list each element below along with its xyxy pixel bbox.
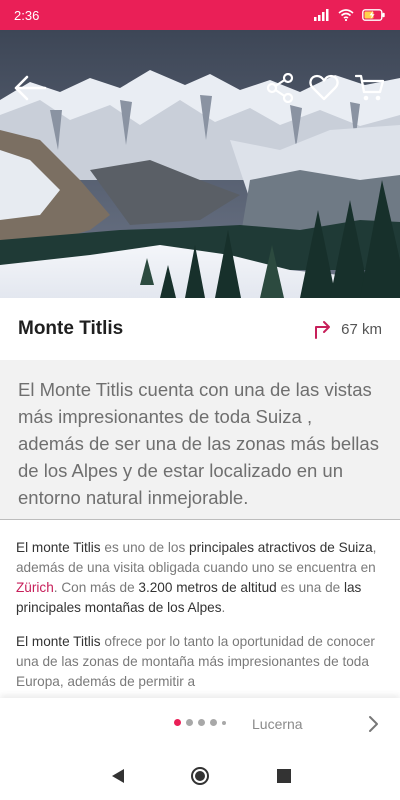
directions-link[interactable]: 67 km (313, 319, 382, 339)
turn-right-arrow-icon (315, 321, 331, 339)
hero-toolbar (0, 70, 400, 110)
arrow-left-icon (14, 75, 47, 101)
highlighted-text: El monte Titlis (16, 540, 101, 555)
body-text-run: es uno de los (100, 540, 190, 555)
battery-charging-icon (362, 9, 385, 21)
next-place-label[interactable]: Lucerna (252, 716, 303, 732)
page-dot[interactable] (198, 719, 205, 726)
page-dot[interactable] (210, 719, 217, 726)
chevron-right-icon (369, 716, 378, 732)
description-body: El monte Titlis es uno de los principale… (0, 522, 400, 698)
description-paragraph-1: El monte Titlis es uno de los principale… (16, 538, 384, 618)
nav-home-button[interactable] (188, 764, 212, 788)
status-icons (314, 9, 386, 21)
heart-icon (309, 74, 339, 101)
highlighted-text: El monte Titlis (16, 634, 101, 649)
page-dot-active[interactable] (174, 719, 181, 726)
place-link[interactable]: Zürich (16, 580, 54, 595)
description-paragraph-2: El monte Titlis ofrece por lo tanto la o… (16, 632, 384, 692)
signal-icon (314, 9, 329, 21)
square-recents-icon (277, 769, 291, 783)
share-button[interactable] (262, 70, 298, 106)
status-time: 2:36 (14, 7, 40, 23)
page-dot[interactable] (186, 719, 193, 726)
intro-text: El Monte Titlis cuenta con una de las vi… (0, 360, 400, 520)
distance-value: 67 km (341, 320, 382, 338)
nav-recents-button[interactable] (272, 764, 296, 788)
highlighted-text: 3.200 metros de altitud (138, 580, 277, 595)
system-nav-bar (0, 752, 400, 800)
pager-bar: Lucerna (0, 698, 400, 752)
share-icon (266, 73, 294, 103)
triangle-back-icon (112, 769, 124, 783)
page-indicator (174, 719, 226, 726)
circle-home-icon (191, 767, 209, 785)
highlighted-text: principales atractivos de Suiza (189, 540, 373, 555)
place-title: Monte Titlis (18, 318, 124, 339)
hero-image (0, 30, 400, 298)
place-header: Monte Titlis 67 km (0, 298, 400, 360)
body-text-run: . Con más de (53, 580, 139, 595)
favorite-button[interactable] (306, 70, 342, 106)
nav-back-button[interactable] (106, 764, 130, 788)
body-text-run: es una de (276, 580, 344, 595)
wifi-icon (338, 9, 354, 21)
next-button[interactable] (364, 713, 384, 735)
cart-button[interactable] (352, 70, 388, 106)
page-dot[interactable] (222, 720, 226, 725)
body-text-run: . (221, 600, 226, 615)
cart-icon (355, 74, 385, 101)
status-bar: 2:36 (0, 0, 400, 30)
back-button[interactable] (12, 70, 48, 106)
